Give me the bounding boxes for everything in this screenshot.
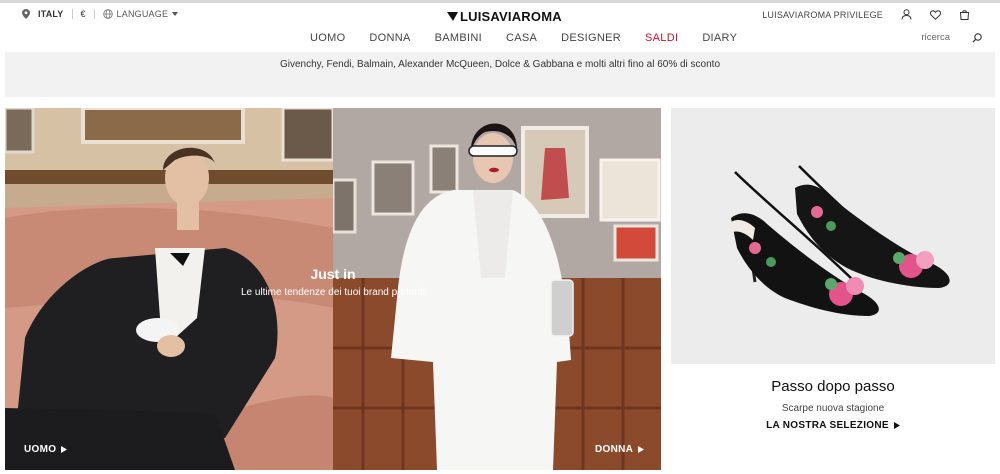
promo-banner[interactable]: Givenchy, Fendi, Balmain, Alexander McQu… bbox=[5, 52, 995, 97]
country-selector[interactable]: ITALY bbox=[38, 9, 64, 19]
account-actions: LUISAVIAROMA PRIVILEGE bbox=[762, 9, 970, 20]
product-subtitle: Scarpe nuova stagione bbox=[781, 403, 885, 414]
nav-menu: UOMO DONNA BAMBINI CASA DESIGNER SALDI D… bbox=[310, 32, 737, 44]
product-caption: Passo dopo passo Scarpe nuova stagione L… bbox=[671, 378, 995, 433]
nav-item-diary[interactable]: DIARY bbox=[702, 32, 737, 44]
privilege-link[interactable]: LUISAVIAROMA PRIVILEGE bbox=[762, 10, 883, 20]
location-pin-icon bbox=[22, 9, 30, 19]
user-icon[interactable] bbox=[901, 9, 912, 20]
play-arrow-icon bbox=[61, 446, 68, 453]
divider bbox=[93, 9, 95, 19]
shop-men-link[interactable]: UOMO bbox=[24, 444, 68, 455]
shop-women-link[interactable]: DONNA bbox=[595, 444, 645, 455]
caret-down-icon bbox=[172, 11, 179, 16]
nav-item-designer[interactable]: DESIGNER bbox=[561, 32, 621, 44]
logo-arrow-icon bbox=[447, 12, 458, 21]
currency-selector[interactable]: € bbox=[81, 9, 86, 19]
promo-text: Givenchy, Fendi, Balmain, Alexander McQu… bbox=[279, 59, 721, 70]
hero-image-men[interactable] bbox=[5, 108, 333, 470]
bag-icon[interactable] bbox=[959, 9, 970, 20]
globe-icon bbox=[102, 9, 113, 19]
divider bbox=[71, 9, 73, 19]
shoes-illustration bbox=[671, 108, 995, 364]
hero-image-women[interactable] bbox=[333, 108, 661, 470]
play-arrow-icon bbox=[638, 446, 645, 453]
logo-text: LUISAVIAROMA bbox=[460, 9, 562, 24]
locale-selector: ITALY € LANGUAGE bbox=[22, 9, 179, 19]
nav-item-casa[interactable]: CASA bbox=[506, 32, 537, 44]
nav-item-saldi[interactable]: SALDI bbox=[645, 32, 678, 44]
selection-link[interactable]: LA NOSTRA SELEZIONE bbox=[766, 420, 900, 431]
shop-women-label: DONNA bbox=[595, 444, 634, 455]
site-logo[interactable]: LUISAVIAROMA bbox=[447, 9, 562, 24]
women-photo-illustration bbox=[333, 108, 661, 470]
heart-icon[interactable] bbox=[930, 9, 941, 20]
selection-link-label: LA NOSTRA SELEZIONE bbox=[766, 420, 889, 431]
nav-item-bambini[interactable]: BAMBINI bbox=[435, 32, 482, 44]
play-arrow-icon bbox=[893, 422, 900, 429]
shop-men-label: UOMO bbox=[24, 444, 57, 455]
product-image-shoes[interactable] bbox=[671, 108, 995, 364]
main-nav: UOMO DONNA BAMBINI CASA DESIGNER SALDI D… bbox=[0, 30, 1000, 50]
product-title: Passo dopo passo bbox=[771, 378, 895, 395]
search-input[interactable]: ricerca bbox=[921, 32, 950, 43]
men-photo-illustration bbox=[5, 108, 333, 470]
language-label: LANGUAGE bbox=[116, 9, 169, 19]
language-selector[interactable]: LANGUAGE bbox=[102, 9, 179, 19]
hero-banner: Just in Le ultime tendenze dei tuoi bran… bbox=[5, 108, 661, 470]
nav-item-donna[interactable]: DONNA bbox=[369, 32, 410, 44]
top-bar: ITALY € LANGUAGE LUISAVIAROMA LUISAVIARO… bbox=[0, 0, 1000, 28]
search-box[interactable]: ricerca bbox=[921, 32, 982, 43]
search-icon[interactable] bbox=[972, 32, 982, 43]
nav-item-uomo[interactable]: UOMO bbox=[310, 32, 345, 44]
